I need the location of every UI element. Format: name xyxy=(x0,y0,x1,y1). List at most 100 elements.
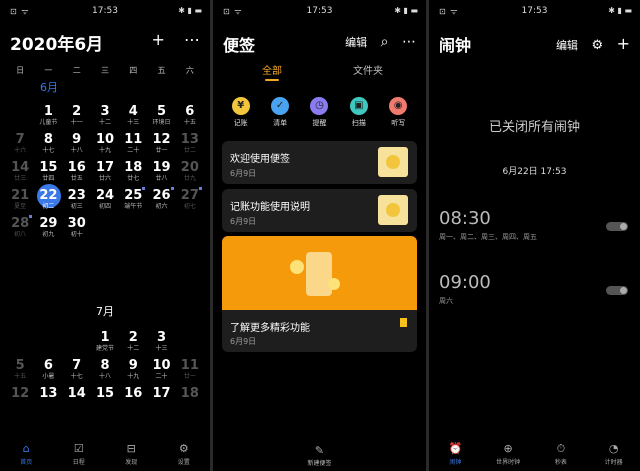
calendar-day[interactable]: 3 十三 xyxy=(147,330,175,358)
tab-item[interactable]: ⊟ 发现 xyxy=(105,441,158,471)
calendar-day[interactable]: 29 初九 xyxy=(34,216,62,244)
feature-card[interactable]: 了解更多精彩功能 6月9日 xyxy=(222,236,417,352)
tab-item[interactable]: ☑ 日程 xyxy=(53,441,106,471)
more-icon[interactable]: ⋯ xyxy=(184,30,200,49)
calendar-day[interactable]: 26 初六 xyxy=(147,187,175,216)
calendar-day[interactable]: 11 二十 xyxy=(119,132,147,160)
calendar-day[interactable]: 7 十六 xyxy=(6,132,34,160)
quick-tool[interactable]: ◷ 提醒 xyxy=(301,97,337,128)
calendar-day[interactable]: 19 廿八 xyxy=(147,160,175,188)
add-icon[interactable]: + xyxy=(152,30,165,49)
calendar-day[interactable]: 20 廿九 xyxy=(176,160,204,188)
lunar-label: 二十 xyxy=(127,147,140,154)
alarm-toggle[interactable] xyxy=(606,222,628,231)
more-icon[interactable]: ⋯ xyxy=(402,34,416,50)
calendar-day[interactable]: 6 十五 xyxy=(176,104,204,132)
gear-icon[interactable]: ⚙ xyxy=(591,38,603,53)
calendar-day[interactable]: 10 二十 xyxy=(147,358,175,386)
calendar-day[interactable]: 3 十二 xyxy=(91,104,119,132)
alarm-item[interactable]: 08:30 周一、周二、周三、周四、周五 xyxy=(439,208,630,248)
bookmark-icon xyxy=(400,318,407,327)
calendar-day-today[interactable]: 22 初二 xyxy=(34,184,62,216)
tab-item[interactable]: ⏰ 闹钟 xyxy=(429,441,482,471)
calendar-day[interactable]: 16 xyxy=(119,386,147,414)
calendar-day[interactable]: 25 端午节 xyxy=(119,187,147,216)
edit-button[interactable]: 编辑 xyxy=(556,39,578,52)
quick-tool[interactable]: ▣ 扫描 xyxy=(341,97,377,128)
tab-item[interactable]: ⌂ 首页 xyxy=(0,441,53,471)
alarm-toggle[interactable] xyxy=(606,286,628,295)
calendar-day[interactable]: 7 十七 xyxy=(63,358,91,386)
calendar-day[interactable]: 2 十二 xyxy=(119,330,147,358)
quick-tool[interactable]: ◉ 听写 xyxy=(380,97,416,128)
lunar-label: 廿九 xyxy=(183,175,196,182)
calendar-day[interactable]: 9 十九 xyxy=(119,358,147,386)
calendar-day[interactable]: 12 xyxy=(6,386,34,414)
calendar-day[interactable]: 9 十八 xyxy=(63,132,91,160)
day-number: 28 xyxy=(11,216,30,231)
calendar-day[interactable]: 1 建党节 xyxy=(91,330,119,358)
alarm-item[interactable]: 09:00 周六 xyxy=(439,272,630,312)
calendar-day xyxy=(63,330,91,358)
calendar-day[interactable]: 8 十七 xyxy=(34,132,62,160)
lunar-label: 小暑 xyxy=(42,373,55,380)
day-number: 17 xyxy=(152,386,171,401)
quick-tool[interactable]: ✓ 清单 xyxy=(262,97,298,128)
calendar-day[interactable]: 17 廿六 xyxy=(91,160,119,188)
calendar-day[interactable]: 16 廿五 xyxy=(63,160,91,188)
calendar-day[interactable]: 6 小暑 xyxy=(34,358,62,386)
day-number: 12 xyxy=(152,132,171,147)
calendar-day[interactable]: 5 环境日 xyxy=(147,104,175,132)
lunar-label: 十五 xyxy=(14,373,27,380)
tab-item[interactable]: ⊕ 世界时钟 xyxy=(482,441,535,471)
tab-item[interactable]: ⚙ 设置 xyxy=(158,441,211,471)
calendar-day[interactable]: 18 廿七 xyxy=(119,160,147,188)
edit-button[interactable]: 编辑 xyxy=(345,36,367,49)
search-icon[interactable]: ⌕ xyxy=(381,34,389,50)
lunar-label: 十一 xyxy=(70,119,83,126)
calendar-day[interactable]: 14 xyxy=(63,386,91,414)
calendar-day[interactable]: 21 夏至 xyxy=(6,188,34,216)
calendar-day[interactable]: 17 xyxy=(147,386,175,414)
calendar-day[interactable]: 15 xyxy=(91,386,119,414)
calendar-title[interactable]: 2020年6月 xyxy=(10,30,103,55)
phone-illustration xyxy=(306,252,332,296)
add-icon[interactable]: + xyxy=(617,34,630,53)
coin-illustration xyxy=(328,278,340,290)
lunar-label: 十七 xyxy=(70,373,83,380)
calendar-day xyxy=(6,330,34,358)
calendar-day[interactable]: 24 初四 xyxy=(91,188,119,216)
lunar-label: 初六 xyxy=(155,203,168,210)
calendar-day xyxy=(147,216,175,244)
alarm-title: 闹钟 xyxy=(439,36,472,55)
new-note-button[interactable]: ✎ 新建便签 xyxy=(213,443,426,467)
tab-all[interactable]: 全部 xyxy=(262,62,282,77)
alarm-status: 已关闭所有闹钟 xyxy=(488,120,580,135)
calendar-day[interactable]: 30 初十 xyxy=(63,216,91,244)
calendar-day[interactable]: 10 十九 xyxy=(91,132,119,160)
tab-item[interactable]: ⏱ 秒表 xyxy=(535,441,588,471)
day-number: 25 xyxy=(124,188,143,203)
calendar-actions: + ⋯ xyxy=(138,30,201,49)
calendar-day[interactable]: 11 廿一 xyxy=(176,358,204,386)
quick-tool[interactable]: ¥ 记账 xyxy=(223,97,259,128)
calendar-day[interactable]: 5 十五 xyxy=(6,358,34,386)
calendar-day[interactable]: 13 xyxy=(34,386,62,414)
calendar-day[interactable]: 18 xyxy=(176,386,204,414)
calendar-day[interactable]: 27 初七 xyxy=(176,187,204,216)
calendar-day[interactable]: 1 儿童节 xyxy=(34,104,62,132)
calendar-week-row: 5 十五 6 小暑 7 十七 8 十八 9 十九 10 二十 11 廿一 xyxy=(6,358,204,386)
calendar-day[interactable]: 14 廿三 xyxy=(6,160,34,188)
note-card[interactable]: 记账功能使用说明 6月9日 xyxy=(222,189,417,232)
note-card[interactable]: 欢迎使用便签 6月9日 xyxy=(222,141,417,184)
calendar-day[interactable]: 28 初八 xyxy=(6,215,34,244)
calendar-day[interactable]: 4 十三 xyxy=(119,104,147,132)
calendar-day[interactable]: 13 廿二 xyxy=(176,132,204,160)
tab-item[interactable]: ◔ 计时器 xyxy=(587,441,640,471)
tab-folder[interactable]: 文件夹 xyxy=(353,62,383,77)
calendar-day[interactable]: 2 十一 xyxy=(63,104,91,132)
calendar-day[interactable]: 12 廿一 xyxy=(147,132,175,160)
calendar-day[interactable]: 8 十八 xyxy=(91,358,119,386)
tab-label: 计时器 xyxy=(604,459,623,466)
calendar-day[interactable]: 23 初三 xyxy=(63,188,91,216)
